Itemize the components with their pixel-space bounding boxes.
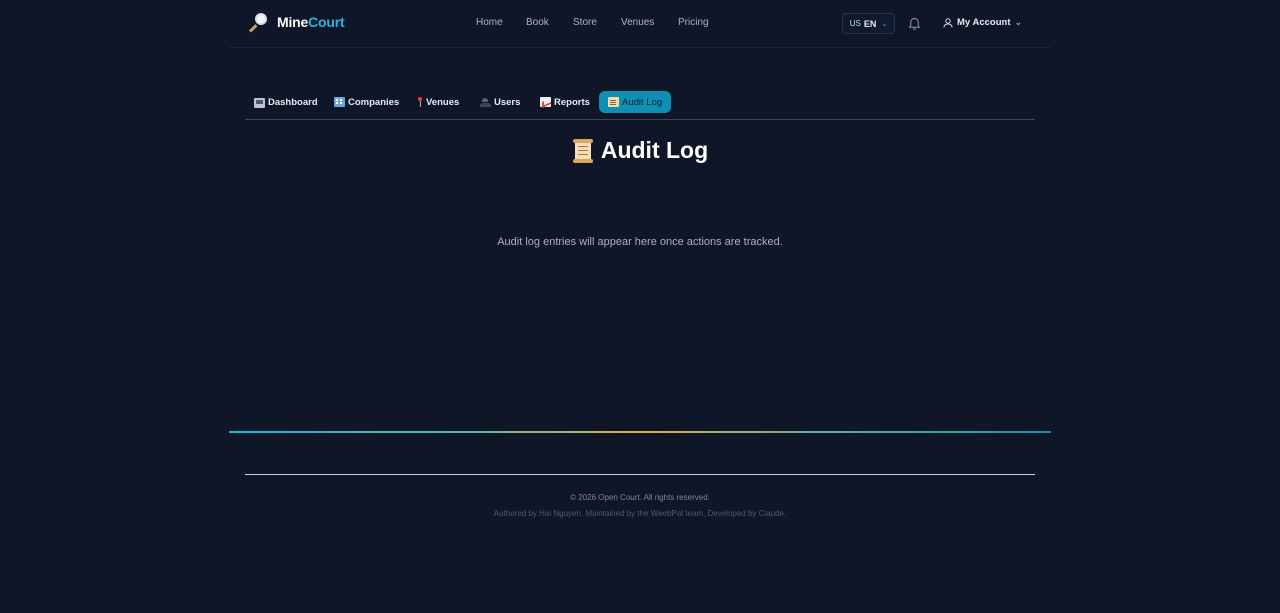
copyright-text: © 2026 Open Court. All rights reserved. (570, 493, 710, 502)
nav-pricing[interactable]: Pricing (678, 17, 709, 28)
gradient-divider (229, 431, 1051, 433)
office-building-icon (334, 97, 345, 107)
main-nav: Home Book Store Venues Pricing (229, 17, 1051, 31)
tab-companies[interactable]: Companies (325, 91, 408, 113)
nav-home[interactable]: Home (476, 17, 503, 28)
language-selector[interactable]: US EN ⌄ (842, 13, 895, 34)
tab-audit-log[interactable]: Audit Log (599, 91, 672, 113)
users-icon (480, 97, 491, 107)
tab-venues[interactable]: Venues (408, 91, 468, 113)
tab-label: Dashboard (268, 96, 318, 108)
tab-users[interactable]: Users (471, 91, 529, 113)
nav-venues[interactable]: Venues (621, 17, 654, 28)
chevron-down-icon: ⌄ (1014, 17, 1023, 27)
tab-label: Companies (348, 96, 400, 108)
chevron-down-icon: ⌄ (881, 20, 888, 28)
scroll-icon (608, 97, 619, 107)
language-code: EN (863, 18, 877, 29)
pushpin-icon (417, 97, 423, 107)
admin-tabs: Dashboard Companies Venues Users Reports… (245, 91, 1035, 120)
tab-label: Reports (554, 96, 590, 108)
user-icon (943, 17, 953, 28)
credits-text: Authored by Hai Nguyen, Maintained by th… (493, 509, 787, 518)
bell-icon[interactable] (908, 17, 921, 31)
us-flag-icon: US (849, 19, 861, 28)
chart-increasing-icon (540, 97, 551, 107)
account-label: My Account (957, 17, 1011, 28)
tab-label: Venues (426, 96, 460, 108)
page-title: Audit Log (0, 137, 1280, 164)
computer-icon (254, 98, 265, 108)
tab-label: Users (494, 96, 521, 108)
scroll-icon (572, 138, 594, 163)
top-header: MineCourt Home Book Store Venues Pricing… (229, 0, 1051, 48)
empty-state-message: Audit log entries will appear here once … (497, 236, 783, 248)
nav-store[interactable]: Store (573, 17, 597, 28)
page-title-text: Audit Log (600, 137, 709, 163)
tab-dashboard[interactable]: Dashboard (245, 91, 327, 113)
tab-reports[interactable]: Reports (531, 91, 599, 113)
tab-label: Audit Log (622, 96, 663, 108)
nav-book[interactable]: Book (526, 17, 549, 28)
account-menu[interactable]: My Account ⌄ (943, 17, 1022, 28)
footer-divider (245, 474, 1035, 475)
